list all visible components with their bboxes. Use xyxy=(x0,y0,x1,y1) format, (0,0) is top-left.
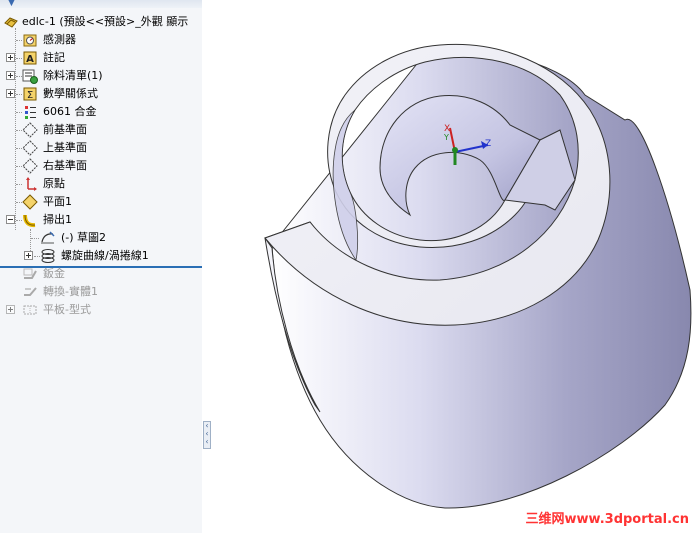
tree-item-label: 鈑金 xyxy=(43,267,65,280)
expand-toggle[interactable] xyxy=(6,71,15,80)
collapse-toggle[interactable] xyxy=(6,215,15,224)
tree-item-label: 除料清單(1) xyxy=(43,69,103,82)
tree-item-sweep1[interactable]: 掃出1 xyxy=(0,211,202,229)
tree-item-label: 平面1 xyxy=(43,195,72,208)
helix-icon xyxy=(41,249,55,263)
tree-item-equations[interactable]: Σ 數學關係式 xyxy=(0,85,202,103)
convert-body-icon xyxy=(24,287,37,296)
tree-item-helix1[interactable]: 螺旋曲線/渦捲線1 xyxy=(0,247,202,265)
watermark-text: 三维网www.3dportal.cn xyxy=(525,512,689,527)
expand-toggle[interactable] xyxy=(6,53,15,62)
tree-item-label: 螺旋曲線/渦捲線1 xyxy=(61,249,149,262)
triad-y-label: Y xyxy=(443,133,449,142)
expand-toggle[interactable] xyxy=(24,251,33,260)
tree-item-label: 原點 xyxy=(43,177,65,190)
tree-item-label: (-) 草圖2 xyxy=(61,231,107,244)
tree-item-sensors[interactable]: 感測器 xyxy=(0,31,202,49)
sensor-icon xyxy=(23,34,37,47)
sketch-icon xyxy=(41,231,55,244)
plane-icon xyxy=(22,158,38,174)
flat-pattern-icon xyxy=(23,305,37,315)
expand-toggle[interactable] xyxy=(6,305,15,314)
tree-item-convert-body[interactable]: 轉換-實體1 xyxy=(0,283,202,301)
feature-manager-tree: ▼ edlc-1 (預設<<預設>_外觀 顯示 感測器 A 註記 除料清單(1)… xyxy=(0,0,203,533)
tree-item-right-plane[interactable]: 右基準面 xyxy=(0,157,202,175)
tree-item-cut-list[interactable]: 除料清單(1) xyxy=(0,67,202,85)
cut-list-icon xyxy=(22,69,38,84)
tree-item-label: 6061 合金 xyxy=(43,105,97,118)
graphics-viewport[interactable]: Z X Y xyxy=(212,0,695,533)
plane-icon xyxy=(22,140,38,156)
tree-item-label: 掃出1 xyxy=(43,213,72,226)
expand-toggle[interactable] xyxy=(6,89,15,98)
svg-text:Σ: Σ xyxy=(27,90,33,101)
origin-icon xyxy=(26,177,37,191)
tree-item-label: 前基準面 xyxy=(43,123,87,136)
sweep-icon xyxy=(23,214,36,228)
equations-icon: Σ xyxy=(23,87,37,101)
root-filter-icon[interactable]: ▼ xyxy=(8,0,15,8)
tree-item-flat-pattern[interactable]: 平板-型式 xyxy=(0,301,202,319)
tree-item-material[interactable]: 6061 合金 xyxy=(0,103,202,121)
tree-item-label: 上基準面 xyxy=(43,141,87,154)
tree-item-label: 轉換-實體1 xyxy=(43,285,98,298)
part-icon xyxy=(4,17,18,28)
triad-z-label: Z xyxy=(485,139,491,149)
tree-item-plane1[interactable]: 平面1 xyxy=(0,193,202,211)
tree-item-label: 平板-型式 xyxy=(43,303,91,316)
annotation-icon: A xyxy=(23,51,37,65)
tree-item-label: 註記 xyxy=(43,51,65,64)
tree-item-front-plane[interactable]: 前基準面 xyxy=(0,121,202,139)
tree-item-label: 感測器 xyxy=(43,33,76,46)
model-canvas: Z X Y xyxy=(264,43,692,509)
plane-icon xyxy=(22,122,38,138)
tree-item-label: 右基準面 xyxy=(43,159,87,172)
tree-root[interactable]: edlc-1 (預設<<預設>_外觀 顯示 xyxy=(0,13,202,31)
tree-top-bar xyxy=(0,0,202,8)
tree-item-label: 數學關係式 xyxy=(43,87,98,100)
tree-item-sketch2[interactable]: (-) 草圖2 xyxy=(0,229,202,247)
tree-item-origin[interactable]: 原點 xyxy=(0,175,202,193)
material-icon xyxy=(25,106,36,119)
tree-item-sheet-metal[interactable]: 鈑金 xyxy=(0,265,202,283)
splitter-grip[interactable]: ‹ ‹ ‹ xyxy=(203,421,211,449)
tree-item-top-plane[interactable]: 上基準面 xyxy=(0,139,202,157)
tree-item-annotations[interactable]: A 註記 xyxy=(0,49,202,67)
tree-root-label: edlc-1 (預設<<預設>_外觀 顯示 xyxy=(22,15,189,28)
panel-splitter[interactable] xyxy=(202,0,212,533)
sheet-metal-icon xyxy=(23,268,37,279)
svg-text:A: A xyxy=(26,54,34,65)
plane-feature-icon xyxy=(22,194,38,210)
